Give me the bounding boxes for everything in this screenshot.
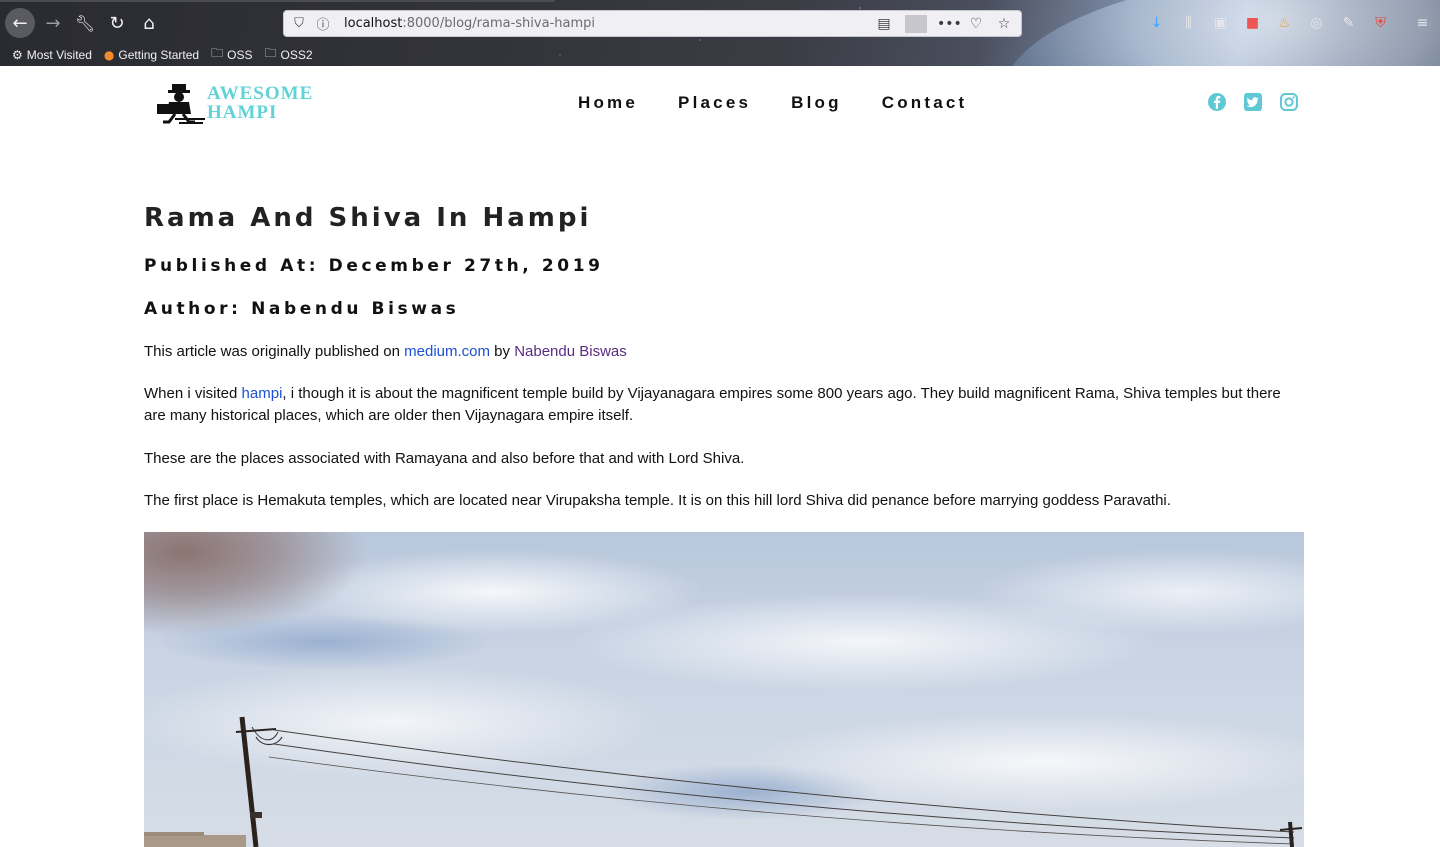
logo-line-1: AWESOME xyxy=(207,83,314,104)
article-source-paragraph: This article was originally published on… xyxy=(144,341,1304,363)
reload-button[interactable]: ↻ xyxy=(102,8,132,38)
nav-home[interactable]: Home xyxy=(578,93,638,113)
more-actions-icon[interactable]: ••• xyxy=(937,16,962,32)
info-icon[interactable]: ⓘ xyxy=(314,15,332,33)
traveler-logo-icon xyxy=(157,84,205,124)
site-logo[interactable]: AWESOME HAMPI xyxy=(155,82,313,124)
logo-line-2: HAMPI xyxy=(207,102,278,123)
eyedropper-icon[interactable]: ✎ xyxy=(1337,12,1360,34)
gear-icon: ⚙ xyxy=(12,47,23,62)
firefox-icon: ● xyxy=(103,47,115,62)
site-header: AWESOME HAMPI Home Places Blog Contact xyxy=(0,66,1440,146)
library-icon[interactable]: ⫼ xyxy=(1177,12,1200,34)
bookmark-folder-oss[interactable]: 🗀 OSS xyxy=(211,44,252,65)
url-path: :8000/blog/rama-shiva-hampi xyxy=(402,16,595,31)
bookmark-folder-oss2[interactable]: 🗀 OSS2 xyxy=(264,44,312,65)
article-paragraph: The first place is Hemakuta temples, whi… xyxy=(144,492,1171,509)
bookmark-label: OSS xyxy=(227,47,253,62)
url-text[interactable]: localhost:8000/blog/rama-shiva-hampi xyxy=(344,16,595,31)
shield-icon[interactable]: ⛉ xyxy=(290,15,308,33)
tab-strip xyxy=(0,0,555,2)
customize-button[interactable]: 🔧︎ xyxy=(70,8,100,38)
url-host: localhost xyxy=(344,16,403,31)
nav-blog[interactable]: Blog xyxy=(791,93,842,113)
address-bar-actions: ▤ ••• ♡ ☆ xyxy=(873,14,1015,33)
article-title: Rama And Shiva In Hampi xyxy=(144,203,592,233)
wrench-icon: 🔧︎ xyxy=(74,13,96,33)
download-icon[interactable]: ↓ xyxy=(1145,12,1168,34)
folder-icon: 🗀 xyxy=(264,46,277,60)
bookmark-star-icon[interactable]: ☆ xyxy=(993,16,1015,32)
article-paragraph: These are the places associated with Ram… xyxy=(144,450,745,467)
article-photo xyxy=(144,532,1304,847)
back-button[interactable]: ← xyxy=(5,8,35,38)
toolbar-icons: ↓ ⫼ ▣ ■ ♨ ◎ ✎ ⛨ ≡ xyxy=(1145,12,1434,34)
published-date: Published At: December 27th, 2019 xyxy=(144,256,604,276)
address-bar[interactable]: ⛉ ⓘ localhost:8000/blog/rama-shiva-hampi… xyxy=(283,10,1022,37)
bookmark-getting-started[interactable]: ● Getting Started xyxy=(104,44,199,65)
article-paragraph: When i visited hampi, i though it is abo… xyxy=(144,383,1304,427)
menu-icon[interactable]: ≡ xyxy=(1411,12,1434,34)
instagram-icon[interactable] xyxy=(1279,92,1299,112)
sidebar-icon[interactable]: ▣ xyxy=(1209,12,1232,34)
logo-text: AWESOME HAMPI xyxy=(207,84,313,122)
blog-article: Rama And Shiva In Hampi Published At: De… xyxy=(144,200,1304,847)
divider xyxy=(905,14,927,33)
home-icon: ⌂ xyxy=(143,12,155,34)
arrow-right-icon: → xyxy=(45,12,61,34)
photo-scene xyxy=(144,716,1303,847)
text: When i visited xyxy=(144,385,242,402)
twitter-icon[interactable] xyxy=(1243,92,1263,112)
social-links xyxy=(1207,92,1299,112)
nav-places[interactable]: Places xyxy=(678,93,751,113)
article-author: Author: Nabendu Biswas xyxy=(144,299,460,319)
author-link[interactable]: Nabendu Biswas xyxy=(514,343,627,360)
extension-icon[interactable]: ■ xyxy=(1241,12,1264,34)
text: This article was originally published on xyxy=(144,343,405,360)
forward-button[interactable]: → xyxy=(38,8,68,38)
reader-view-icon[interactable]: ▤ xyxy=(873,16,895,32)
bookmark-label: Getting Started xyxy=(118,47,200,62)
bookmark-most-visited[interactable]: ⚙ Most Visited xyxy=(12,44,92,65)
facebook-icon[interactable] xyxy=(1207,92,1227,112)
bookmark-label: OSS2 xyxy=(280,47,313,62)
extension-globe-icon[interactable]: ◎ xyxy=(1305,12,1328,34)
extension-shield-icon[interactable]: ⛨ xyxy=(1369,12,1392,34)
arrow-left-icon: ← xyxy=(12,12,28,34)
bookmark-label: Most Visited xyxy=(26,47,92,62)
hampi-link[interactable]: hampi xyxy=(242,385,283,402)
text: by xyxy=(490,343,515,360)
bookmarks-bar: ⚙ Most Visited ● Getting Started 🗀 OSS 🗀 OSS… xyxy=(12,44,313,65)
text: , i though it is about the magnificent t… xyxy=(144,385,1281,424)
extension-fire-icon[interactable]: ♨ xyxy=(1273,12,1296,34)
reload-icon: ↻ xyxy=(109,12,125,34)
home-button[interactable]: ⌂ xyxy=(134,8,164,38)
pocket-icon[interactable]: ♡ xyxy=(965,16,987,32)
medium-link[interactable]: medium.com xyxy=(404,343,490,360)
main-nav: Home Places Blog Contact xyxy=(578,93,967,113)
browser-chrome: ← → 🔧︎ ↻ ⌂ ⛉ ⓘ localhost:8000/blog/rama-… xyxy=(0,0,1440,66)
nav-contact[interactable]: Contact xyxy=(882,93,968,113)
folder-icon: 🗀 xyxy=(211,46,224,60)
